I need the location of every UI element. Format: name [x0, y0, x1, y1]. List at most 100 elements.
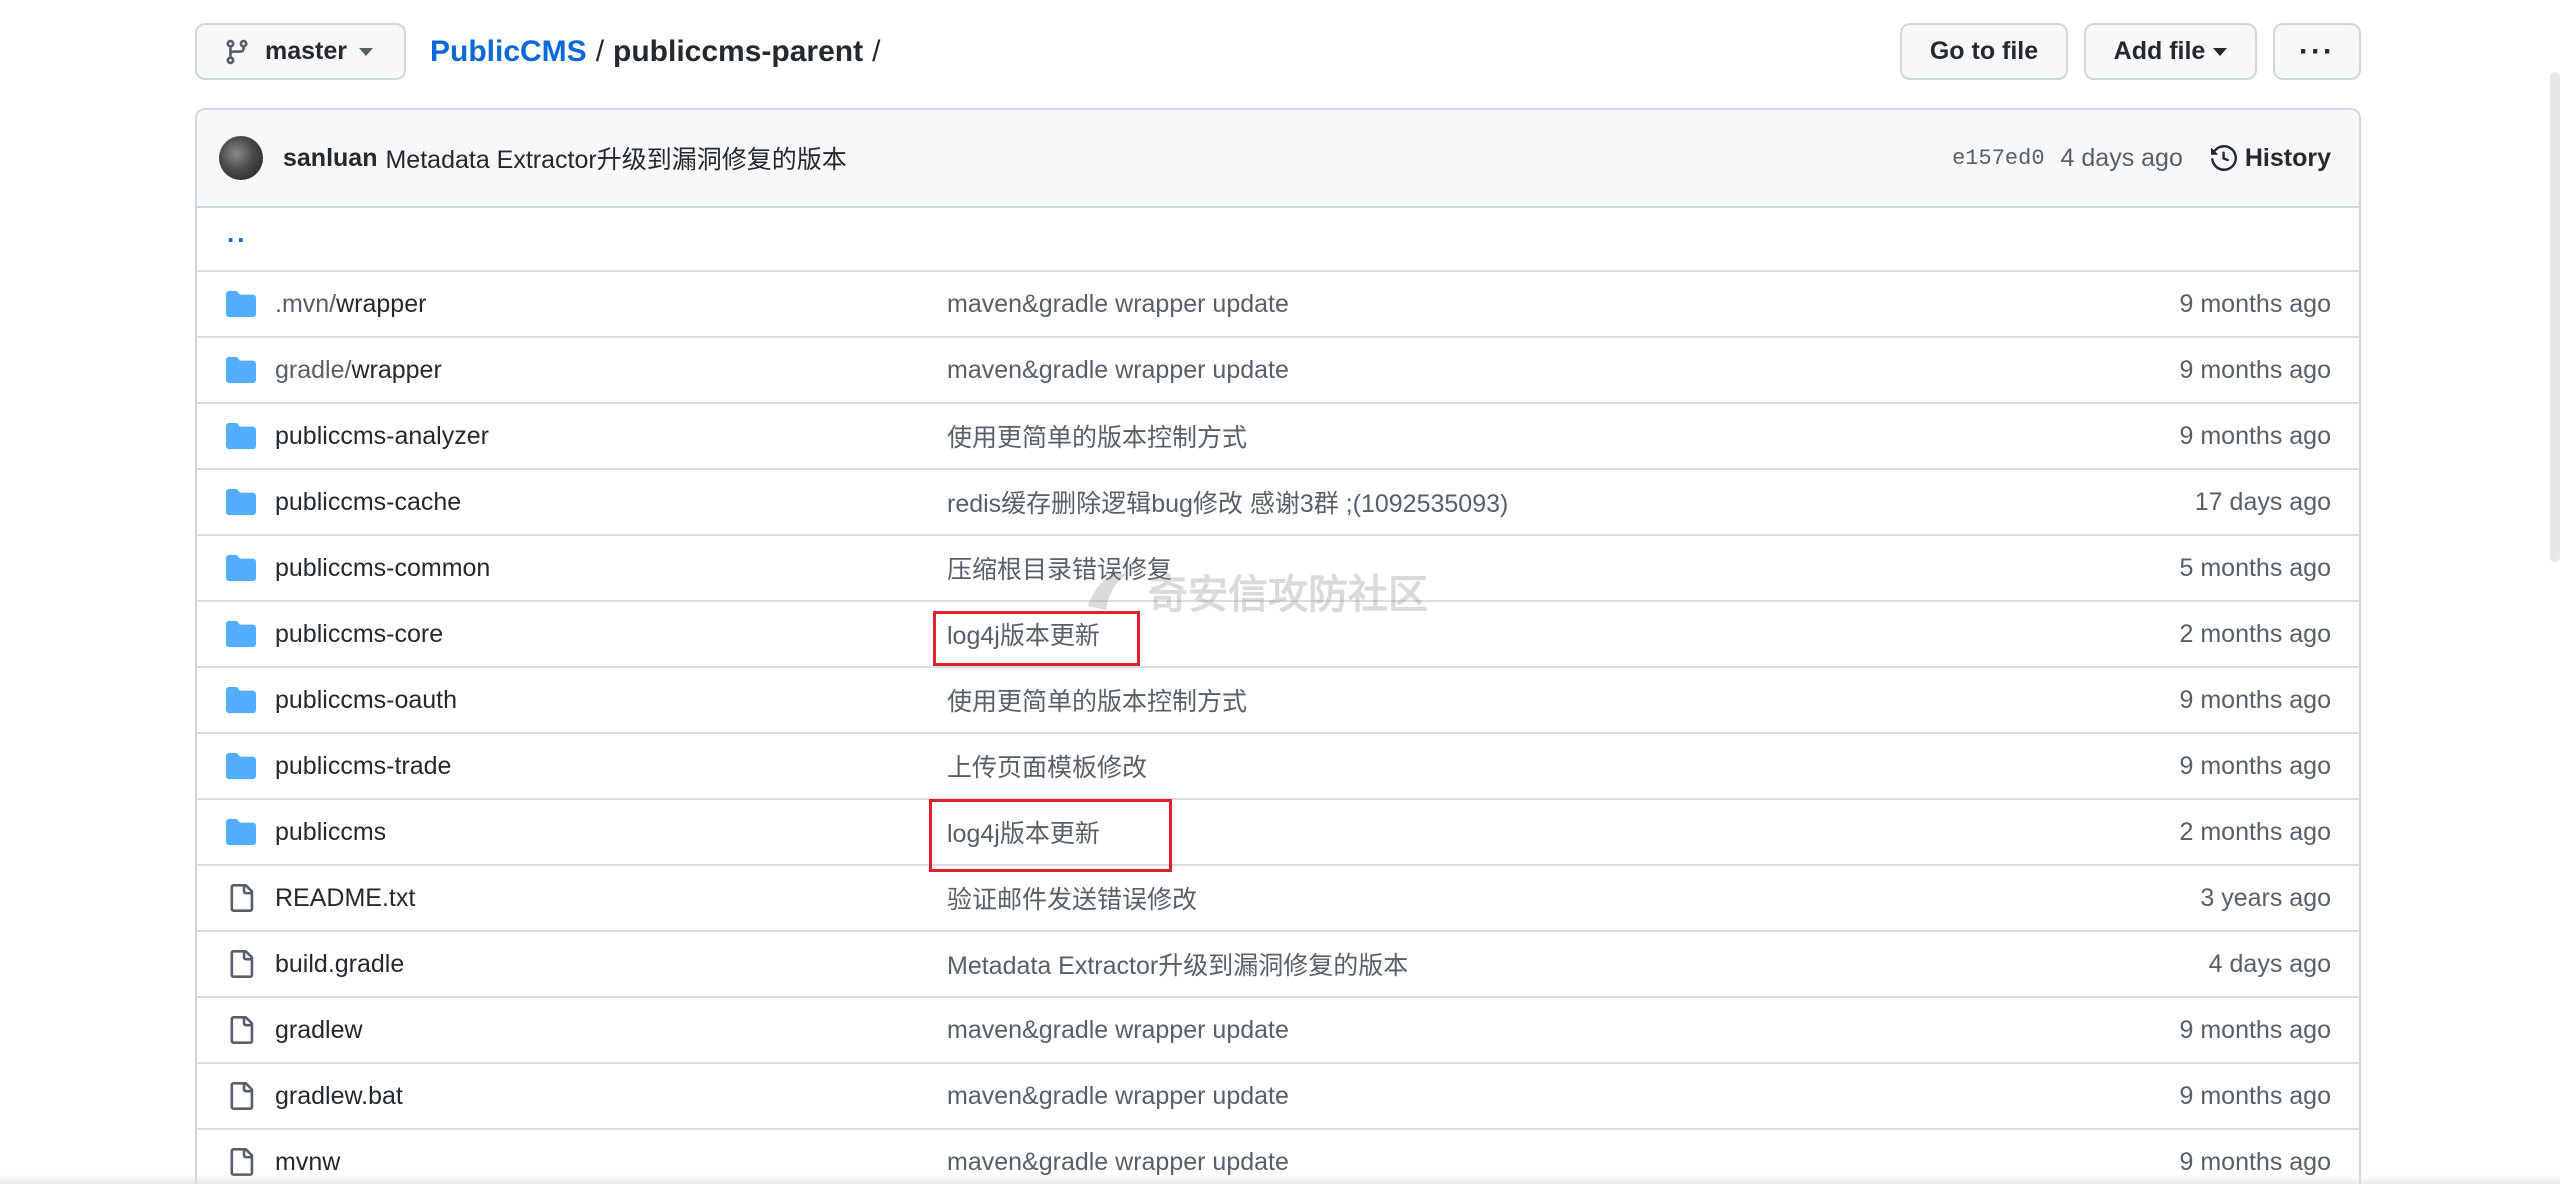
table-row[interactable]: build.gradle Metadata Extractor升级到漏洞修复的版本… — [197, 932, 2359, 998]
file-name-link[interactable]: publiccms — [275, 818, 947, 847]
commit-message-link[interactable]: Metadata Extractor升级到漏洞修复的版本 — [947, 946, 1408, 982]
folder-icon — [225, 618, 257, 650]
table-row[interactable]: .mvn/wrapper maven&gradle wrapper update 9… — [197, 272, 2359, 338]
commit-message-link[interactable]: 使用更简单的版本控制方式 — [947, 418, 1247, 454]
file-name-link[interactable]: gradlew — [275, 1016, 947, 1045]
file-name-link[interactable]: publiccms-cache — [275, 488, 947, 517]
commit-age: 17 days ago — [2194, 487, 2331, 516]
table-row[interactable]: gradlew maven&gradle wrapper update 9 mont… — [197, 998, 2359, 1064]
file-name-link[interactable]: publiccms-oauth — [275, 686, 947, 715]
commit-message-link[interactable]: redis缓存删除逻辑bug修改 感谢3群 ;(1092535093) — [947, 484, 1508, 520]
commit-message-link[interactable]: maven&gradle wrapper update — [947, 1016, 1289, 1045]
file-name-text: publiccms-common — [275, 553, 491, 582]
history-icon — [2210, 145, 2237, 171]
commit-message-link[interactable]: maven&gradle wrapper update — [947, 290, 1289, 319]
add-file-button[interactable]: Add file — [2084, 23, 2257, 80]
breadcrumb-current-dir: publiccms-parent — [613, 34, 864, 68]
commit-age: 9 months ago — [2179, 289, 2332, 318]
git-branch-icon — [226, 39, 248, 64]
file-icon — [225, 1014, 257, 1046]
file-name-text: publiccms-core — [275, 619, 444, 648]
breadcrumb-separator: / — [595, 34, 605, 68]
file-name-link[interactable]: README.txt — [275, 884, 947, 913]
commit-age: 9 months ago — [2179, 751, 2332, 780]
file-listing: sanluan Metadata Extractor升级到漏洞修复的版本 e15… — [195, 108, 2361, 1184]
table-row[interactable]: publiccms-trade 上传页面模板修改 9 months ago — [197, 734, 2359, 800]
file-name-text: wrapper — [336, 289, 427, 318]
bottom-edge — [0, 1174, 2560, 1184]
table-row[interactable]: README.txt 验证邮件发送错误修改 3 years ago — [197, 866, 2359, 932]
commit-age: 2 months ago — [2179, 619, 2332, 648]
breadcrumb-repo-link[interactable]: PublicCMS — [430, 35, 587, 69]
folder-icon — [225, 684, 257, 716]
commit-author[interactable]: sanluan — [283, 144, 377, 173]
parent-directory-row[interactable]: .. — [197, 208, 2359, 272]
file-name-link[interactable]: gradlew.bat — [275, 1082, 947, 1111]
file-name-link[interactable]: mvnw — [275, 1148, 947, 1177]
file-name-text: publiccms-analyzer — [275, 421, 489, 450]
table-row[interactable]: gradlew.bat maven&gradle wrapper update 9 … — [197, 1064, 2359, 1130]
folder-icon — [225, 420, 257, 452]
table-row[interactable]: publiccms log4j版本更新 2 months ago — [197, 800, 2359, 866]
commit-message-link[interactable]: 验证邮件发送错误修改 — [947, 880, 1197, 916]
folder-icon — [225, 288, 257, 320]
file-icon — [225, 1080, 257, 1112]
commit-age: 5 months ago — [2179, 553, 2332, 582]
file-name-text: gradlew — [275, 1015, 363, 1044]
file-name-link[interactable]: publiccms-trade — [275, 752, 947, 781]
commit-age: 9 months ago — [2179, 1081, 2332, 1110]
add-file-label: Add file — [2113, 37, 2206, 65]
file-name-link[interactable]: publiccms-common — [275, 554, 947, 583]
file-name-link[interactable]: gradle/wrapper — [275, 356, 947, 385]
table-row[interactable]: publiccms-oauth 使用更简单的版本控制方式 9 months ago — [197, 668, 2359, 734]
branch-selector-button[interactable]: master — [195, 23, 406, 80]
highlight-box — [929, 799, 1172, 872]
chevron-down-icon — [2213, 47, 2228, 56]
file-name-text: README.txt — [275, 883, 416, 912]
commit-message[interactable]: Metadata Extractor升级到漏洞修复的版本 — [385, 140, 846, 176]
file-name-text: wrapper — [351, 355, 442, 384]
table-row[interactable]: publiccms-analyzer 使用更简单的版本控制方式 9 months a… — [197, 404, 2359, 470]
scrollbar[interactable] — [2550, 72, 2560, 562]
table-row[interactable]: publiccms-cache redis缓存删除逻辑bug修改 感谢3群 ;(1… — [197, 470, 2359, 536]
folder-icon — [225, 354, 257, 386]
commit-message-link[interactable]: 上传页面模板修改 — [947, 748, 1147, 784]
commit-message-link[interactable]: maven&gradle wrapper update — [947, 1148, 1289, 1177]
breadcrumb-separator: / — [872, 34, 881, 68]
watermark-text: 奇安信攻防社区 — [1148, 573, 1428, 617]
table-row[interactable]: gradle/wrapper maven&gradle wrapper updat… — [197, 338, 2359, 404]
history-link[interactable]: History — [2210, 143, 2331, 173]
history-label: History — [2244, 143, 2331, 172]
commit-age: 9 months ago — [2179, 685, 2332, 714]
file-name-text: publiccms-oauth — [275, 685, 458, 714]
commit-age: 2 months ago — [2179, 817, 2332, 846]
repo-toolbar: master PublicCMS / publiccms-parent / Go… — [195, 23, 2361, 80]
folder-icon — [225, 552, 257, 584]
file-name-link[interactable]: publiccms-core — [275, 620, 947, 649]
file-name-text: gradlew.bat — [275, 1081, 403, 1110]
commit-message-link[interactable]: maven&gradle wrapper update — [947, 356, 1289, 385]
file-name-link[interactable]: build.gradle — [275, 950, 947, 979]
commit-message-link[interactable]: 使用更简单的版本控制方式 — [947, 682, 1247, 718]
watermark-logo-icon — [1088, 573, 1128, 610]
more-options-button[interactable]: ··· — [2273, 23, 2361, 80]
commit-message-link[interactable]: maven&gradle wrapper update — [947, 1082, 1289, 1111]
folder-icon — [225, 816, 257, 848]
file-name-link[interactable]: .mvn/wrapper — [275, 290, 947, 319]
folder-icon — [225, 750, 257, 782]
watermark: 奇安信攻防社区 — [1080, 562, 1428, 620]
file-path-prefix: gradle/ — [275, 355, 352, 384]
latest-commit-bar: sanluan Metadata Extractor升级到漏洞修复的版本 e15… — [197, 110, 2359, 208]
commit-sha[interactable]: e157ed0 — [1952, 146, 2044, 171]
file-name-text: publiccms — [275, 817, 387, 846]
file-name-text: mvnw — [275, 1147, 341, 1176]
avatar[interactable] — [219, 136, 263, 180]
file-name-link[interactable]: publiccms-analyzer — [275, 422, 947, 451]
parent-directory-link[interactable]: .. — [227, 218, 247, 249]
go-to-file-button[interactable]: Go to file — [1900, 23, 2068, 80]
chevron-down-icon — [359, 47, 373, 56]
file-icon — [225, 882, 257, 914]
file-path-prefix: .mvn/ — [275, 289, 337, 318]
commit-age: 9 months ago — [2179, 1147, 2332, 1176]
file-icon — [225, 948, 257, 980]
